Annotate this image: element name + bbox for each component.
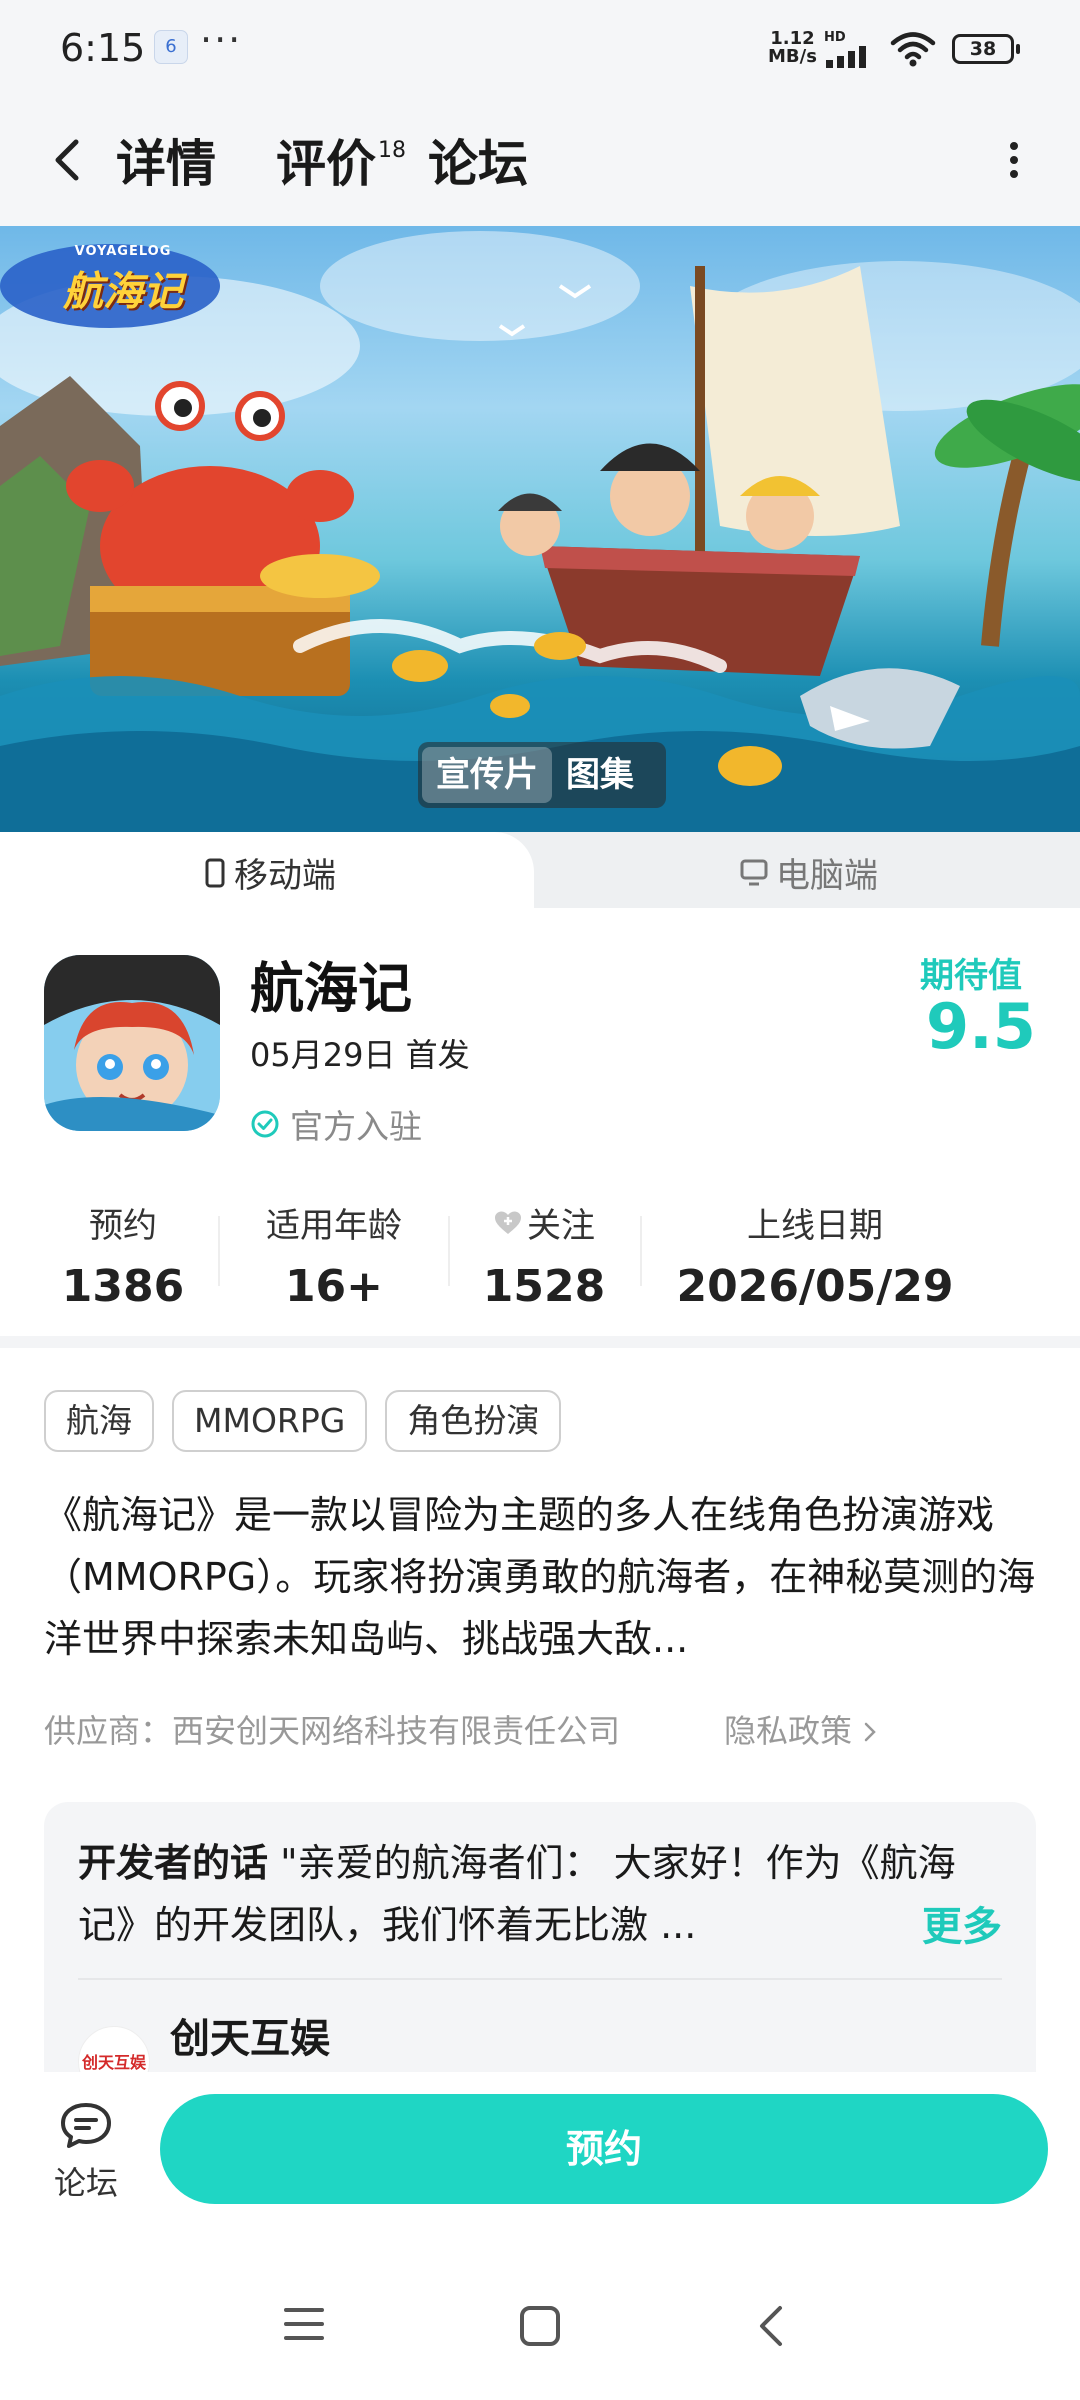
top-nav: 详情 评价18 论坛 bbox=[0, 96, 1080, 226]
tab-review[interactable]: 评价18 bbox=[276, 124, 406, 196]
stat-reservations: 预约 1386 bbox=[58, 1198, 188, 1312]
heart-plus-icon bbox=[495, 1211, 521, 1234]
bottom-action-bar: 论坛 预约 bbox=[0, 2072, 1080, 2238]
developer-name: 创天互娱 bbox=[170, 2016, 330, 2062]
chevron-right-icon bbox=[864, 1722, 876, 1742]
official-badge: 官方入驻 bbox=[250, 1100, 422, 1148]
stat-launch-date-label: 上线日期 bbox=[747, 1206, 883, 1246]
check-circle-icon bbox=[251, 1110, 279, 1138]
supplier-info: 供应商：西安创天网络科技有限责任公司 bbox=[44, 1712, 621, 1750]
stat-follow-label-wrap: 关注 bbox=[474, 1198, 614, 1247]
home-icon[interactable] bbox=[518, 2304, 562, 2348]
stat-age-label: 适用年龄 bbox=[266, 1206, 402, 1246]
more-options-icon[interactable] bbox=[1000, 136, 1028, 196]
section-divider bbox=[0, 1336, 1080, 1348]
developer-note-title: 开发者的话 bbox=[78, 1841, 269, 1885]
stat-age-value: 16+ bbox=[284, 1261, 384, 1312]
tag-list: 航海 MMORPG 角色扮演 bbox=[44, 1390, 562, 1452]
privacy-policy-label: 隐私政策 bbox=[724, 1712, 853, 1750]
forum-button-label: 论坛 bbox=[53, 2164, 118, 2202]
review-count-badge: 18 bbox=[378, 138, 406, 164]
media-type-switch: 宣传片 图集 bbox=[418, 742, 666, 808]
promo-banner[interactable]: VOYAGELOG 航海记 宣传片 图集 bbox=[0, 226, 1080, 832]
reserve-button[interactable]: 预约 bbox=[160, 2094, 1048, 2204]
developer-avatar: 创天互娱 bbox=[78, 2026, 150, 2072]
tag-item[interactable]: 角色扮演 bbox=[385, 1390, 562, 1452]
developer-note-card[interactable]: 开发者的话 "亲爱的航海者们： 大家好！作为《航海记》的开发团队，我们怀着无比激… bbox=[44, 1802, 1036, 2072]
signal-icon bbox=[826, 46, 866, 68]
tab-mobile[interactable]: 移动端 bbox=[204, 848, 336, 897]
phone-icon bbox=[205, 858, 225, 887]
more-link[interactable]: 更多 bbox=[914, 1894, 1002, 1952]
back-nav-icon[interactable] bbox=[754, 2304, 790, 2348]
system-nav-bar bbox=[0, 2238, 1080, 2400]
app-name: 航海记 bbox=[250, 957, 412, 1020]
divider bbox=[448, 1216, 450, 1286]
game-logo-text: 航海记 bbox=[63, 269, 183, 315]
forum-button[interactable]: 论坛 bbox=[48, 2100, 124, 2204]
monitor-icon bbox=[740, 859, 768, 885]
developer-note: 开发者的话 "亲爱的航海者们： 大家好！作为《航海记》的开发团队，我们怀着无比激… bbox=[78, 1832, 1002, 1956]
wifi-icon bbox=[890, 32, 936, 67]
app-icon bbox=[44, 955, 220, 1131]
stat-follow-label: 关注 bbox=[527, 1206, 595, 1246]
tab-detail-label: 详情 bbox=[116, 135, 216, 193]
divider bbox=[78, 1978, 1002, 1980]
expect-value: 9.5 bbox=[926, 990, 1036, 1063]
battery-icon: 38 bbox=[952, 34, 1020, 64]
tab-detail[interactable]: 详情 bbox=[114, 124, 218, 196]
stat-follow[interactable]: 关注 1528 bbox=[474, 1198, 614, 1312]
stat-launch-date: 上线日期 2026/05/29 bbox=[670, 1198, 960, 1312]
game-description[interactable]: 《航海记》是一款以冒险为主题的多人在线角色扮演游戏（MMORPG）。玩家将扮演勇… bbox=[44, 1484, 1038, 1670]
net-speed-unit: MB/s bbox=[768, 46, 817, 67]
tab-forum-label: 论坛 bbox=[428, 135, 528, 193]
net-speed: 1.12 MB/s bbox=[768, 30, 817, 66]
tab-forum[interactable]: 论坛 bbox=[428, 124, 528, 196]
status-time: 6:15 bbox=[60, 26, 146, 70]
menu-icon[interactable] bbox=[282, 2304, 326, 2344]
stat-age: 适用年龄 16+ bbox=[246, 1198, 422, 1312]
more-notifications-icon: ··· bbox=[200, 18, 243, 62]
tab-review-label: 评价 bbox=[276, 135, 376, 193]
tab-pc-label: 电脑端 bbox=[776, 856, 878, 896]
tag-item[interactable]: 航海 bbox=[44, 1390, 154, 1452]
game-logo: VOYAGELOG 航海记 bbox=[28, 244, 218, 317]
tag-item[interactable]: MMORPG bbox=[172, 1390, 368, 1452]
hd-indicator: HD bbox=[824, 30, 846, 45]
app-notification-icon: 6 bbox=[154, 30, 188, 64]
status-bar: 6:15 6 ··· 1.12 MB/s HD 38 bbox=[0, 0, 1080, 96]
game-logo-subtext: VOYAGELOG bbox=[74, 244, 172, 259]
stat-follow-value: 1528 bbox=[482, 1261, 606, 1312]
video-tab[interactable]: 宣传片 bbox=[422, 747, 552, 803]
chat-bubble-icon bbox=[61, 2103, 111, 2148]
official-label: 官方入驻 bbox=[290, 1107, 422, 1146]
privacy-policy-link[interactable]: 隐私政策 bbox=[724, 1706, 878, 1752]
tab-mobile-label: 移动端 bbox=[234, 856, 336, 896]
back-icon[interactable] bbox=[42, 130, 92, 190]
platform-tabs: 移动端 电脑端 bbox=[0, 832, 1080, 908]
stat-reservations-label: 预约 bbox=[89, 1206, 157, 1246]
release-date: 05月29日 首发 bbox=[250, 1036, 470, 1074]
stat-launch-date-value: 2026/05/29 bbox=[676, 1261, 954, 1312]
divider bbox=[640, 1216, 642, 1286]
gallery-tab[interactable]: 图集 bbox=[552, 747, 648, 803]
stat-reservations-value: 1386 bbox=[61, 1261, 185, 1312]
tab-pc[interactable]: 电脑端 bbox=[740, 848, 878, 897]
divider bbox=[218, 1216, 220, 1286]
